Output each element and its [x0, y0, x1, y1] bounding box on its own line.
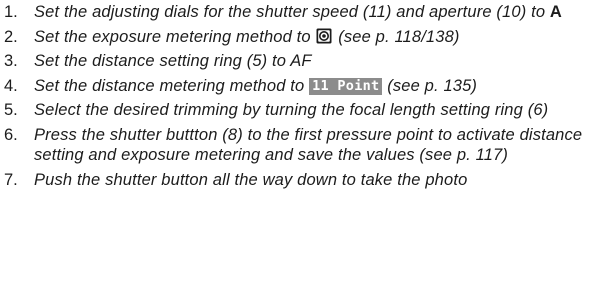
step-number: 7. [4, 170, 18, 189]
instruction-step-5: 5. Select the desired trimming by turnin… [0, 100, 600, 121]
step-number: 2. [4, 27, 18, 46]
step-text: Set the exposure metering method to (see… [34, 27, 600, 48]
step-text-part: (see p. 118/138) [333, 27, 460, 46]
step-text-part: Set the distance metering method to [34, 76, 310, 95]
instruction-step-6: 6. Press the shutter buttton (8) to the … [0, 125, 600, 166]
spot-metering-icon [316, 28, 332, 43]
step-text: Set the distance setting ring (5) to AF [34, 52, 312, 70]
step-number: 4. [4, 76, 18, 95]
step-text: Select the desired trimming by turning t… [34, 101, 549, 119]
step-text: Set the adjusting dials for the shutter … [34, 2, 600, 23]
instruction-step-2: 2. Set the exposure metering method to (… [0, 27, 600, 48]
step-number: 6. [4, 125, 18, 144]
eleven-point-badge: 11 Point [309, 77, 383, 95]
step-text-part: (see p. 135) [382, 76, 478, 95]
instruction-step-3: 3. Set the distance setting ring (5) to … [0, 51, 600, 72]
instruction-list: 1. Set the adjusting dials for the shutt… [0, 0, 600, 190]
step-number: 5. [4, 101, 18, 119]
aperture-mode-value: A [549, 3, 562, 21]
instruction-step-1: 1. Set the adjusting dials for the shutt… [0, 2, 600, 23]
step-number: 3. [4, 52, 18, 70]
step-text-part: Set the adjusting dials for the shutter … [34, 3, 550, 21]
step-number: 1. [4, 3, 18, 21]
instruction-step-7: 7. Push the shutter button all the way d… [0, 170, 600, 191]
step-text: Set the distance metering method to 11 P… [34, 76, 600, 97]
step-text: Push the shutter button all the way down… [34, 170, 468, 189]
step-text: Press the shutter buttton (8) to the fir… [34, 125, 583, 165]
step-text-part: Set the exposure metering method to [34, 27, 316, 46]
instruction-step-4: 4. Set the distance metering method to 1… [0, 76, 600, 97]
